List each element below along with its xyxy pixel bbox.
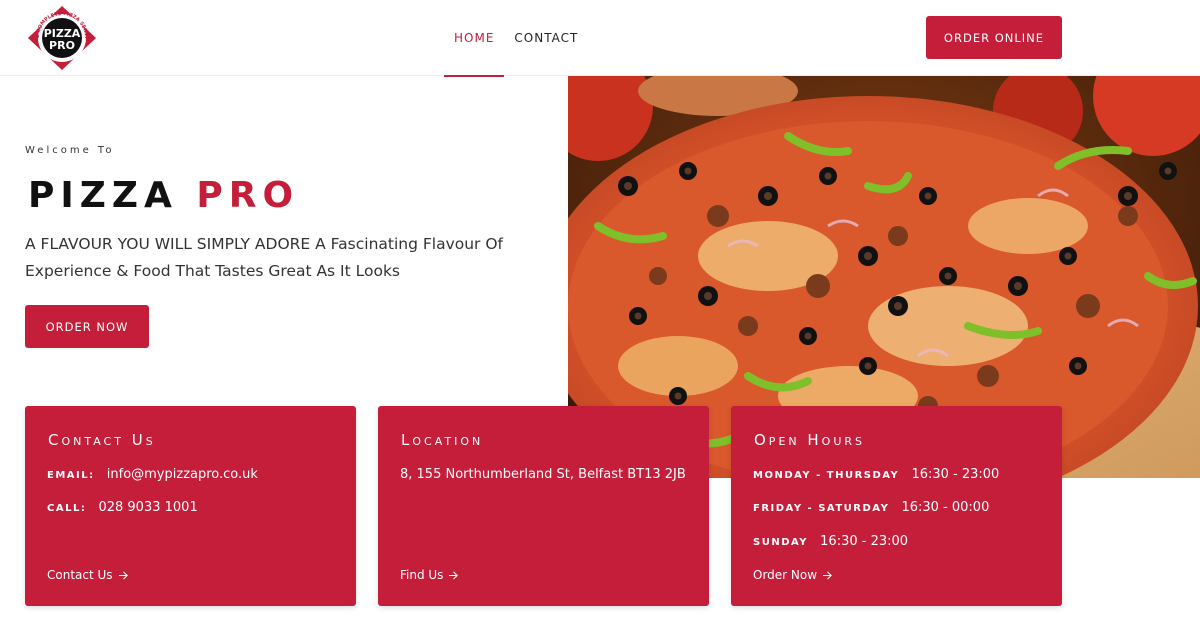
hours-row-fri-sat: Friday - Saturday 16:30 - 00:00 — [753, 500, 989, 515]
hours-value: 16:30 - 00:00 — [901, 500, 990, 515]
nav-contact-link[interactable]: CONTACT — [504, 0, 588, 76]
card-title: Contact Us — [48, 431, 156, 449]
brand-name-part-1: PIZZA — [28, 175, 178, 216]
brand-heading: PIZZA PRO — [28, 176, 299, 216]
hero-tagline: A FLAVOUR YOU WILL SIMPLY ADORE A Fascin… — [25, 235, 504, 280]
main-nav: HOME CONTACT — [444, 0, 588, 77]
find-us-link[interactable]: Find Us — [400, 568, 459, 582]
welcome-text: Welcome To — [25, 145, 115, 156]
link-label: Find Us — [400, 568, 444, 582]
email-row: Email: info@mypizzapro.co.uk — [47, 467, 258, 482]
logo-line-2: PRO — [49, 39, 75, 52]
order-now-button[interactable]: ORDER NOW — [25, 305, 149, 348]
day-range-label: Friday - Saturday — [753, 503, 890, 514]
card-title: Location — [401, 431, 484, 449]
arrow-right-icon — [449, 570, 459, 580]
hours-value: 16:30 - 23:00 — [911, 467, 1000, 482]
hours-row-mon-thu: Monday - Thursday 16:30 - 23:00 — [753, 467, 999, 482]
phone-row: call: 028 9033 1001 — [47, 500, 198, 515]
site-header: THE COMPLETE PIZZA SERVICE PIZZA PRO HOM… — [0, 0, 1200, 77]
email-value[interactable]: info@mypizzapro.co.uk — [107, 467, 258, 482]
phone-value[interactable]: 028 9033 1001 — [98, 500, 197, 515]
open-hours-card: Open Hours Monday - Thursday 16:30 - 23:… — [731, 406, 1062, 606]
address-value: 8, 155 Northumberland St, Belfast BT13 2… — [400, 467, 686, 482]
day-range-label: Monday - Thursday — [753, 470, 900, 481]
hours-row-sun: Sunday 16:30 - 23:00 — [753, 534, 908, 549]
link-label: Contact Us — [47, 568, 113, 582]
address-row: 8, 155 Northumberland St, Belfast BT13 2… — [400, 467, 686, 482]
hours-value: 16:30 - 23:00 — [820, 534, 909, 549]
order-online-button[interactable]: ORDER ONLINE — [926, 16, 1062, 59]
email-label: Email: — [47, 470, 95, 481]
day-range-label: Sunday — [753, 537, 809, 548]
site-logo[interactable]: THE COMPLETE PIZZA SERVICE PIZZA PRO — [20, 0, 102, 72]
card-title: Open Hours — [754, 431, 866, 449]
order-now-link[interactable]: Order Now — [753, 568, 833, 582]
contact-us-link[interactable]: Contact Us — [47, 568, 129, 582]
arrow-right-icon — [118, 570, 128, 580]
nav-home-link[interactable]: HOME — [444, 0, 505, 77]
link-label: Order Now — [753, 568, 818, 582]
arrow-right-icon — [822, 570, 833, 580]
contact-card: Contact Us Email: info@mypizzapro.co.uk … — [25, 406, 356, 606]
brand-name-part-2: PRO — [196, 175, 300, 216]
phone-label: call: — [47, 503, 87, 514]
location-card: Location 8, 155 Northumberland St, Belfa… — [378, 406, 709, 606]
